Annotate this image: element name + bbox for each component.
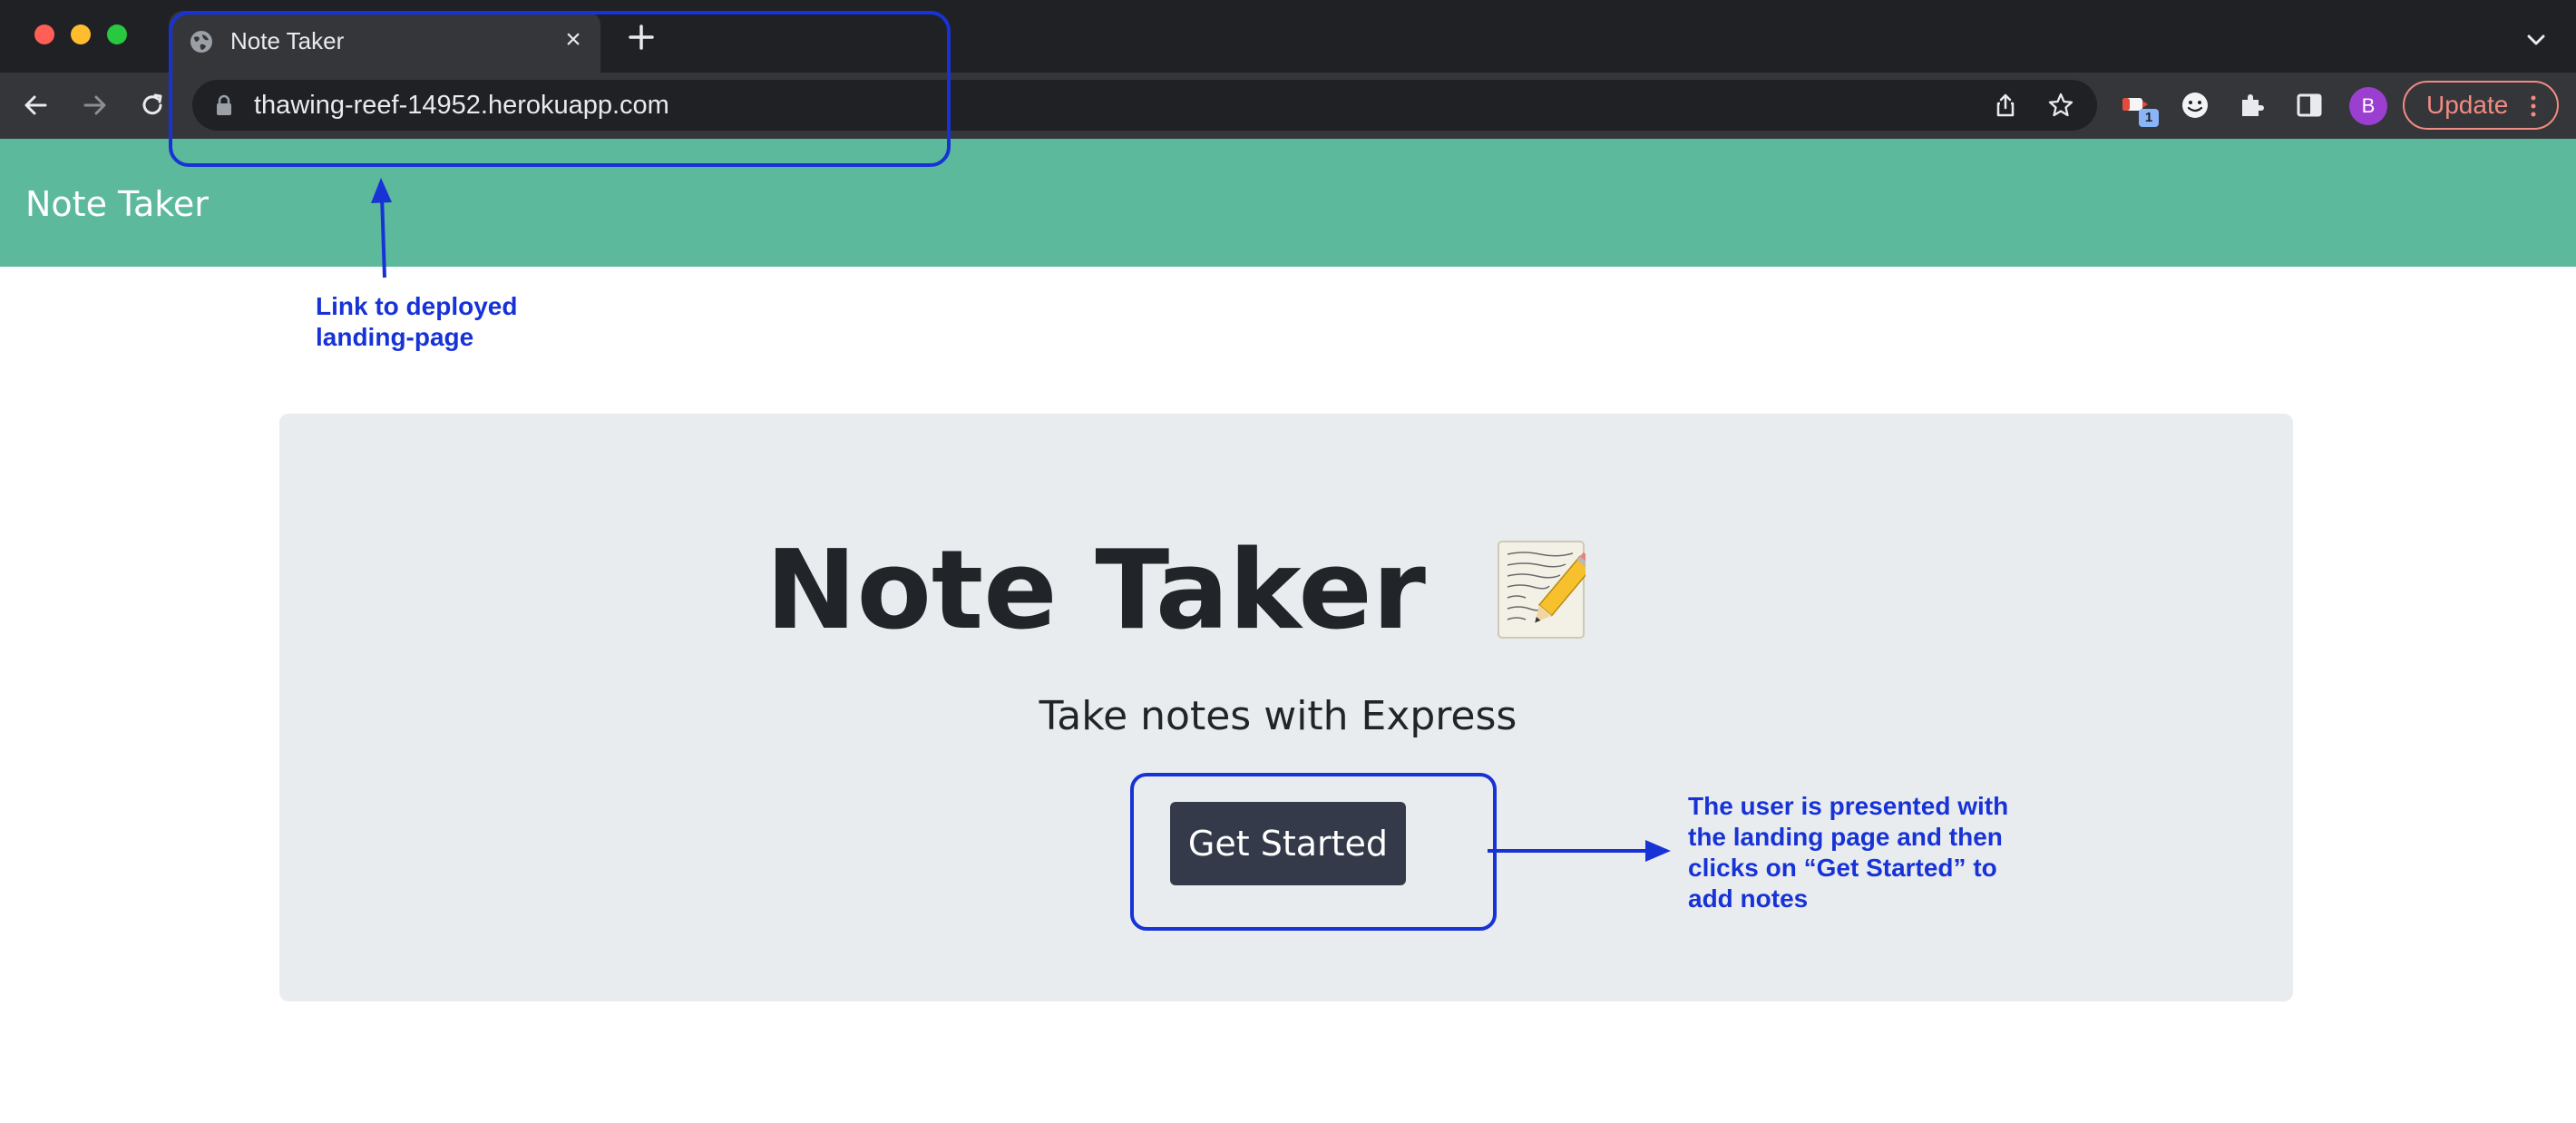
bookmark-star-icon[interactable]: [2047, 92, 2074, 119]
tab-search-chevron-icon[interactable]: [2523, 27, 2549, 53]
puzzle-extensions-icon[interactable]: [2236, 89, 2269, 122]
button-annotation-line: add notes: [1688, 884, 1809, 913]
forward-arrow-icon[interactable]: [78, 89, 111, 122]
close-window-button[interactable]: [34, 24, 54, 44]
profile-avatar[interactable]: B: [2349, 87, 2387, 125]
address-bar-annotation-box: [169, 11, 951, 167]
back-arrow-icon[interactable]: [20, 89, 53, 122]
reload-icon[interactable]: [136, 89, 169, 122]
link-annotation-line: landing-page: [316, 323, 474, 351]
navbar-brand-link[interactable]: Note Taker: [25, 184, 209, 224]
button-annotation-text: The user is presented with the landing p…: [1688, 791, 2008, 914]
maximize-window-button[interactable]: [107, 24, 127, 44]
button-annotation-line: The user is presented with: [1688, 792, 2009, 820]
hero-title: Note Taker: [766, 528, 1426, 654]
kebab-menu-icon[interactable]: [2530, 95, 2537, 117]
share-icon[interactable]: [1992, 92, 2019, 119]
minimize-window-button[interactable]: [71, 24, 91, 44]
link-annotation-text: Link to deployed landing-page: [316, 291, 517, 353]
link-annotation-line: Link to deployed: [316, 292, 518, 320]
side-panel-icon[interactable]: [2293, 89, 2326, 122]
memo-icon: [1498, 541, 1586, 639]
button-annotation-line: clicks on “Get Started” to: [1688, 854, 1997, 882]
button-annotation-line: the landing page and then: [1688, 823, 2003, 851]
hero-lead-text: Take notes with Express: [1039, 693, 1517, 739]
update-button[interactable]: Update: [2403, 81, 2559, 130]
extension-badge: 1: [2139, 109, 2159, 127]
smiley-extension-icon[interactable]: [2179, 89, 2211, 122]
update-label: Update: [2426, 91, 2509, 119]
get-started-annotation-box: [1130, 773, 1497, 931]
